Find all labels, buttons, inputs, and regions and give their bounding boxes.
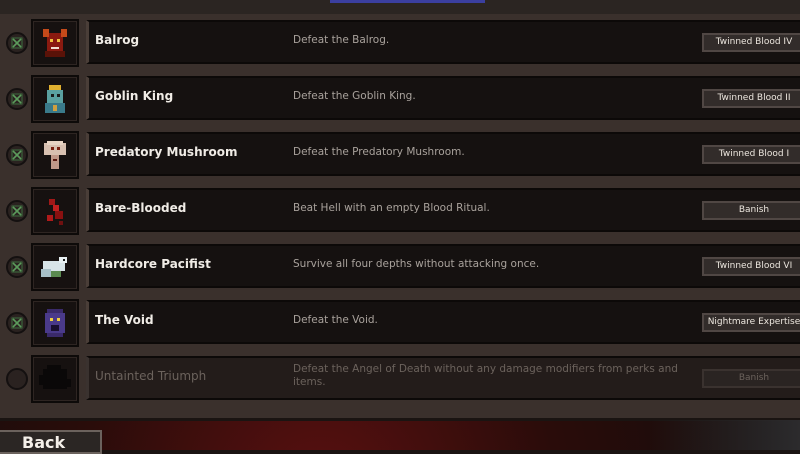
achievement-entry[interactable]: Predatory Mushroom Defeat the Predatory …: [86, 132, 800, 176]
completed-check-icon: [6, 32, 28, 54]
list-item: Goblin King Defeat the Goblin King. Twin…: [0, 74, 800, 123]
dove-icon: [31, 243, 79, 291]
achievement-entry[interactable]: Bare-Blooded Beat Hell with an empty Blo…: [86, 188, 800, 232]
completed-check-icon: [6, 256, 28, 278]
achievement-description: Defeat the Void.: [293, 314, 378, 326]
tab-indicator: [330, 0, 485, 3]
achievement-description: Beat Hell with an empty Blood Ritual.: [293, 202, 490, 214]
locked-silhouette-icon: [31, 355, 79, 403]
back-button[interactable]: Back: [0, 430, 102, 454]
list-item: Balrog Defeat the Balrog. Twinned Blood …: [0, 18, 800, 67]
completed-check-icon: [6, 88, 28, 110]
achievement-entry[interactable]: The Void Defeat the Void. Nightmare Expe…: [86, 300, 800, 344]
void-icon: [31, 299, 79, 347]
achievement-name: Untainted Triumph: [95, 369, 207, 383]
achievement-entry[interactable]: Hardcore Pacifist Survive all four depth…: [86, 244, 800, 288]
balrog-icon: [31, 19, 79, 67]
list-item: Bare-Blooded Beat Hell with an empty Blo…: [0, 186, 800, 235]
achievement-description: Defeat the Balrog.: [293, 34, 390, 46]
achievement-entry[interactable]: Goblin King Defeat the Goblin King. Twin…: [86, 76, 800, 120]
completed-check-icon: [6, 144, 28, 166]
empty-check-icon: [6, 368, 28, 390]
achievement-name: Goblin King: [95, 89, 174, 103]
achievement-description: Defeat the Predatory Mushroom.: [293, 146, 465, 158]
achievement-name: The Void: [95, 313, 154, 327]
achievement-description: Defeat the Goblin King.: [293, 90, 416, 102]
list-item: Predatory Mushroom Defeat the Predatory …: [0, 130, 800, 179]
achievement-name: Bare-Blooded: [95, 201, 187, 215]
reward-badge: Twinned Blood II: [702, 89, 800, 108]
achievement-name: Hardcore Pacifist: [95, 257, 211, 271]
reward-badge: Banish: [702, 201, 800, 220]
goblin-king-icon: [31, 75, 79, 123]
list-item: Hardcore Pacifist Survive all four depth…: [0, 242, 800, 291]
completed-check-icon: [6, 200, 28, 222]
achievement-name: Balrog: [95, 33, 140, 47]
achievement-name: Predatory Mushroom: [95, 145, 238, 159]
reward-badge: Banish: [702, 369, 800, 388]
blood-icon: [31, 187, 79, 235]
achievement-entry[interactable]: Untainted Triumph Defeat the Angel of De…: [86, 356, 800, 400]
reward-badge: Twinned Blood VI: [702, 257, 800, 276]
reward-badge: Twinned Blood I: [702, 145, 800, 164]
achievement-entry[interactable]: Balrog Defeat the Balrog. Twinned Blood …: [86, 20, 800, 64]
achievement-description: Survive all four depths without attackin…: [293, 258, 540, 270]
list-item: The Void Defeat the Void. Nightmare Expe…: [0, 298, 800, 347]
reward-badge: Nightmare Expertise: [702, 313, 800, 332]
completed-check-icon: [6, 312, 28, 334]
bottom-decoration: [650, 420, 800, 450]
mushroom-icon: [31, 131, 79, 179]
achievement-description: Defeat the Angel of Death without any da…: [293, 363, 678, 388]
achievement-list[interactable]: Balrog Defeat the Balrog. Twinned Blood …: [0, 14, 800, 421]
list-item: Untainted Triumph Defeat the Angel of De…: [0, 354, 800, 403]
reward-badge: Twinned Blood IV: [702, 33, 800, 52]
